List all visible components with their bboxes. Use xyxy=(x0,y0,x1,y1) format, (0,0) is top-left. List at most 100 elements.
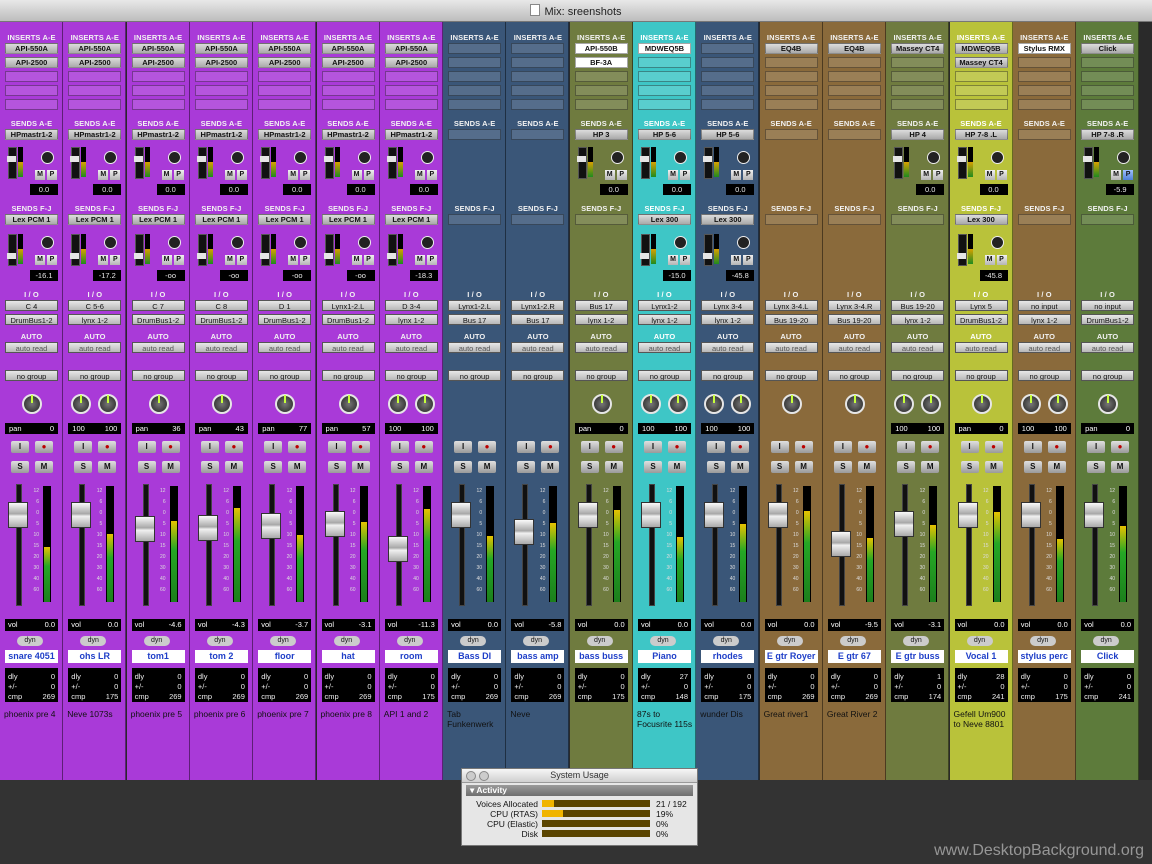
automation-mode-selector[interactable]: auto read xyxy=(701,342,755,353)
group-selector[interactable]: no group xyxy=(574,370,628,381)
send-ae-slot[interactable]: HP 7-8 .R xyxy=(1081,129,1135,140)
pan-knob-right[interactable] xyxy=(1047,394,1068,414)
track-comment[interactable]: Great River 2 xyxy=(827,709,883,719)
send-ae-slot[interactable]: HP 5-6 xyxy=(638,129,691,140)
send-ae-mute-button[interactable]: M xyxy=(98,170,109,180)
insert-slot[interactable] xyxy=(258,99,312,110)
track-comment[interactable]: phoenix pre 7 xyxy=(257,709,313,719)
record-enable-button[interactable]: ● xyxy=(414,441,433,453)
send-ae-slot[interactable]: HPmastr1-2 xyxy=(384,129,438,140)
volume-fader[interactable] xyxy=(324,511,345,538)
automation-mode-selector[interactable]: auto read xyxy=(827,342,881,353)
track-name[interactable]: bass amp xyxy=(511,650,565,663)
insert-slot[interactable]: API-2500 xyxy=(131,57,185,68)
track-comment[interactable]: phoenix pre 5 xyxy=(131,709,187,719)
pan-knob[interactable] xyxy=(211,394,232,414)
volume-fader[interactable] xyxy=(894,511,915,538)
send-ae-pan-knob[interactable] xyxy=(104,151,118,164)
track-comment[interactable]: 87s to Focusrite 115s xyxy=(637,709,693,729)
solo-button[interactable]: S xyxy=(897,461,916,473)
input-monitor-button[interactable]: I xyxy=(137,441,156,453)
input-monitor-button[interactable]: I xyxy=(580,441,599,453)
send-fj-pre-button[interactable]: P xyxy=(743,255,754,265)
group-selector[interactable]: no group xyxy=(321,370,375,381)
send-fj-pan-knob[interactable] xyxy=(294,236,308,249)
insert-slot[interactable] xyxy=(701,85,755,96)
insert-slot[interactable] xyxy=(574,85,628,96)
track-name[interactable]: tom 2 xyxy=(194,650,248,663)
insert-slot[interactable] xyxy=(194,85,248,96)
insert-slot[interactable] xyxy=(1017,71,1071,82)
mute-button[interactable]: M xyxy=(731,461,750,473)
mute-button[interactable]: M xyxy=(288,461,307,473)
insert-slot[interactable] xyxy=(954,99,1008,110)
input-monitor-button[interactable]: I xyxy=(327,441,346,453)
send-ae-fader[interactable] xyxy=(196,147,207,179)
mute-button[interactable]: M xyxy=(98,461,117,473)
mute-button[interactable]: M xyxy=(35,461,53,473)
send-fj-slot[interactable] xyxy=(827,214,881,225)
solo-button[interactable]: S xyxy=(580,461,599,473)
send-ae-mute-button[interactable]: M xyxy=(731,170,742,180)
input-monitor-button[interactable]: I xyxy=(897,441,916,453)
track-name[interactable]: floor xyxy=(258,650,312,663)
volume-fader[interactable] xyxy=(1020,502,1041,528)
solo-button[interactable]: S xyxy=(770,461,789,473)
insert-slot[interactable] xyxy=(764,99,818,110)
record-enable-button[interactable]: ● xyxy=(541,441,560,453)
insert-slot[interactable] xyxy=(448,85,502,96)
send-ae-pan-knob[interactable] xyxy=(1117,151,1131,164)
input-monitor-button[interactable]: I xyxy=(454,441,473,453)
dyn-button[interactable]: dyn xyxy=(586,636,613,646)
send-fj-slot[interactable] xyxy=(1017,214,1071,225)
send-fj-slot[interactable]: Lex PCM 1 xyxy=(194,214,248,225)
minimize-window-button[interactable] xyxy=(479,771,489,781)
send-ae-mute-button[interactable]: M xyxy=(288,170,299,180)
input-selector[interactable]: D 3-4 xyxy=(384,300,438,311)
insert-slot[interactable] xyxy=(131,71,185,82)
input-selector[interactable]: Lynx1-2 xyxy=(638,300,691,311)
send-ae-pre-button[interactable]: P xyxy=(236,170,247,180)
send-fj-slot[interactable]: Lex 300 xyxy=(954,214,1008,225)
input-monitor-button[interactable]: I xyxy=(770,441,789,453)
insert-slot[interactable] xyxy=(384,71,438,82)
insert-slot[interactable]: MDWEQ5B xyxy=(638,43,691,54)
insert-slot[interactable]: API-2500 xyxy=(68,57,122,68)
automation-mode-selector[interactable]: auto read xyxy=(68,342,122,353)
insert-slot[interactable] xyxy=(511,99,565,110)
group-selector[interactable]: no group xyxy=(258,370,312,381)
send-ae-fader[interactable] xyxy=(893,147,904,179)
send-ae-fader[interactable] xyxy=(703,147,714,179)
send-fj-pan-knob[interactable] xyxy=(357,236,371,249)
track-name[interactable]: Bass DI xyxy=(448,650,502,663)
insert-slot[interactable]: API-550A xyxy=(5,43,58,54)
dyn-button[interactable]: dyn xyxy=(460,636,487,646)
dyn-button[interactable]: dyn xyxy=(80,636,107,646)
insert-slot[interactable] xyxy=(574,99,628,110)
mute-button[interactable]: M xyxy=(1047,461,1066,473)
insert-slot[interactable] xyxy=(5,99,58,110)
output-selector[interactable]: DrumBus1-2 xyxy=(258,314,312,325)
send-ae-mute-button[interactable]: M xyxy=(414,170,425,180)
track-name[interactable]: E gtr Royer xyxy=(764,650,818,663)
send-ae-pre-button[interactable]: P xyxy=(426,170,437,180)
send-fj-slot[interactable] xyxy=(891,214,945,225)
dyn-button[interactable]: dyn xyxy=(523,636,550,646)
mute-button[interactable]: M xyxy=(541,461,560,473)
record-enable-button[interactable]: ● xyxy=(288,441,307,453)
track-name[interactable]: room xyxy=(384,650,438,663)
insert-slot[interactable] xyxy=(194,71,248,82)
insert-slot[interactable]: API-550B xyxy=(574,43,628,54)
insert-slot[interactable] xyxy=(511,85,565,96)
system-usage-titlebar[interactable]: System Usage xyxy=(462,769,697,783)
insert-slot[interactable] xyxy=(68,99,122,110)
insert-slot[interactable]: API-2500 xyxy=(384,57,438,68)
insert-slot[interactable] xyxy=(827,71,881,82)
input-monitor-button[interactable]: I xyxy=(517,441,536,453)
mute-button[interactable]: M xyxy=(668,461,686,473)
dyn-button[interactable]: dyn xyxy=(17,636,43,646)
insert-slot[interactable] xyxy=(1081,85,1135,96)
insert-slot[interactable] xyxy=(384,99,438,110)
send-ae-pan-knob[interactable] xyxy=(420,151,434,164)
automation-mode-selector[interactable]: auto read xyxy=(5,342,58,353)
